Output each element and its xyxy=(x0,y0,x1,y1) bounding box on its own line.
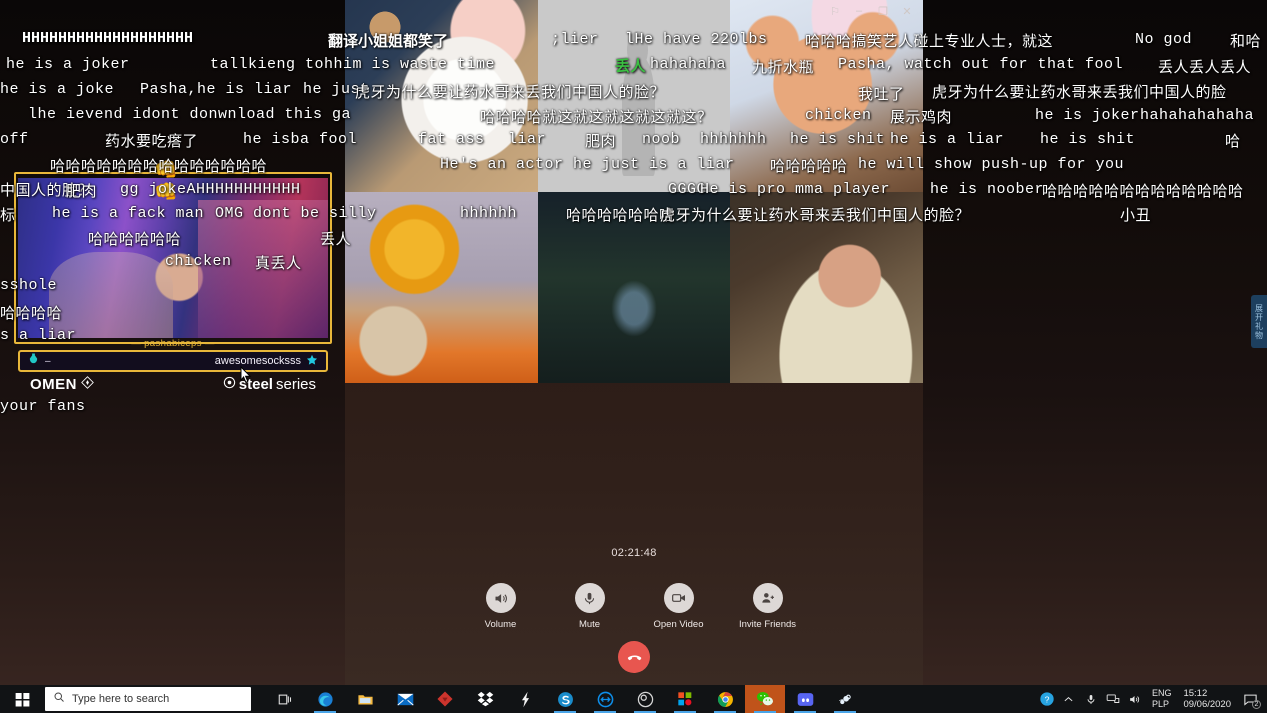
stream-channel-name: — pashabiceps — xyxy=(131,338,215,349)
stream-stats-bar: – awesomesocksss xyxy=(18,350,328,372)
taskbar-app-discord[interactable] xyxy=(785,685,825,713)
volume-control[interactable]: Volume xyxy=(468,583,534,630)
bits-icon xyxy=(28,353,39,369)
clock-date: 09/06/2020 xyxy=(1183,699,1231,710)
omen-text: OMEN xyxy=(30,375,77,393)
add-person-icon[interactable] xyxy=(752,583,783,613)
taskbar-app-dropbox[interactable] xyxy=(465,685,505,713)
steelseries-mark-icon xyxy=(223,376,236,393)
pin-window-icon[interactable]: ⚐ xyxy=(823,0,847,22)
video-call-window: 02:21:48 Volume Mute Open Video Invite F… xyxy=(345,0,923,685)
mute-label: Mute xyxy=(578,619,601,630)
top-donor-group: awesomesocksss xyxy=(215,354,318,369)
close-window-icon[interactable]: ✕ xyxy=(895,0,919,22)
bits-group: – xyxy=(28,353,51,369)
call-timer: 02:21:48 xyxy=(611,547,657,559)
task-view-icon[interactable] xyxy=(265,685,305,713)
network-icon[interactable] xyxy=(1102,685,1124,713)
search-placeholder: Type here to search xyxy=(72,693,170,705)
hangup-row xyxy=(345,641,923,673)
restore-window-icon[interactable]: ❐ xyxy=(871,0,895,22)
mute-control[interactable]: Mute xyxy=(557,583,623,630)
fist-bump-icon: 👊👊 xyxy=(154,160,178,203)
taskbar-app-slack-lightning[interactable] xyxy=(505,685,545,713)
steelseries-suffix: series xyxy=(275,375,316,393)
taskbar-app-list xyxy=(265,685,865,713)
language-line1: ENG xyxy=(1151,688,1172,698)
stream-sponsors: OMEN steel series xyxy=(14,372,332,396)
omen-diamond-icon xyxy=(81,375,94,393)
steelseries-logo: steel series xyxy=(223,376,316,393)
question-help-icon[interactable]: ? xyxy=(1036,685,1058,713)
invite-friends-control[interactable]: Invite Friends xyxy=(735,583,801,630)
clock-time: 15:12 xyxy=(1183,688,1208,699)
window-title-buttons: ⚐ – ❐ ✕ xyxy=(823,0,919,22)
video-grid xyxy=(345,0,923,383)
search-input[interactable]: Type here to search xyxy=(45,687,251,711)
mouse-cursor xyxy=(240,365,252,384)
video-tile-man[interactable] xyxy=(730,191,923,383)
taskbar-app-edge[interactable] xyxy=(305,685,345,713)
taskbar: Type here to search ? ENG PLP 15:12 09/0… xyxy=(0,685,1267,713)
volume-label: Volume xyxy=(484,619,517,630)
taskbar-app-steam[interactable] xyxy=(825,685,865,713)
microphone-icon[interactable] xyxy=(1080,685,1102,713)
phone-hangup-icon[interactable] xyxy=(618,641,650,673)
taskbar-app-mail[interactable] xyxy=(385,685,425,713)
volume-icon[interactable] xyxy=(1124,685,1146,713)
taskbar-app-ruby[interactable] xyxy=(425,685,465,713)
taskbar-app-teamviewer[interactable] xyxy=(585,685,625,713)
call-controls-row: Volume Mute Open Video Invite Friends xyxy=(345,583,923,630)
language-line2: PLP xyxy=(1151,699,1169,709)
microphone-icon[interactable] xyxy=(574,583,605,613)
search-icon xyxy=(53,690,65,708)
video-tile-flower[interactable] xyxy=(345,191,538,383)
star-icon xyxy=(306,354,318,369)
bits-amount: – xyxy=(45,355,51,367)
video-tile-bear[interactable] xyxy=(730,0,923,192)
video-tile-village[interactable] xyxy=(537,191,731,383)
screen: 02:21:48 Volume Mute Open Video Invite F… xyxy=(0,0,1267,713)
stream-overlay: 👊👊 — pashabiceps — – awesomesocksss xyxy=(14,160,332,372)
omen-logo: OMEN xyxy=(30,376,94,393)
open-video-control[interactable]: Open Video xyxy=(646,583,712,630)
taskbar-app-obs-studio[interactable] xyxy=(625,685,665,713)
notification-icon[interactable]: 2 xyxy=(1237,685,1263,713)
taskbar-app-chrome[interactable] xyxy=(705,685,745,713)
svg-text:?: ? xyxy=(1045,694,1050,704)
taskbar-app-file-explorer[interactable] xyxy=(345,685,385,713)
minimize-window-icon[interactable]: – xyxy=(847,0,871,22)
notification-count: 2 xyxy=(1252,700,1261,709)
video-tile-grey-avatar[interactable] xyxy=(537,0,731,192)
volume-icon[interactable] xyxy=(485,583,516,613)
camera-icon[interactable] xyxy=(663,583,694,613)
open-video-label: Open Video xyxy=(653,619,704,630)
video-tile-cat[interactable] xyxy=(345,0,538,192)
windows-start-icon[interactable] xyxy=(0,685,44,713)
language-indicator[interactable]: ENG PLP xyxy=(1146,688,1178,710)
expand-gifts-tab[interactable]: 展开礼物 xyxy=(1251,295,1267,348)
clock[interactable]: 15:12 09/06/2020 xyxy=(1177,688,1237,710)
top-donor-name: awesomesocksss xyxy=(214,355,301,367)
invite-friends-label: Invite Friends xyxy=(738,619,797,630)
show-hidden-icons-chevron[interactable] xyxy=(1058,685,1080,713)
taskbar-app-skype[interactable] xyxy=(545,685,585,713)
taskbar-app-wechat[interactable] xyxy=(745,685,785,713)
taskbar-app-microsoft-store[interactable] xyxy=(665,685,705,713)
system-tray: ? ENG PLP 15:12 09/06/2020 2 xyxy=(1036,685,1267,713)
